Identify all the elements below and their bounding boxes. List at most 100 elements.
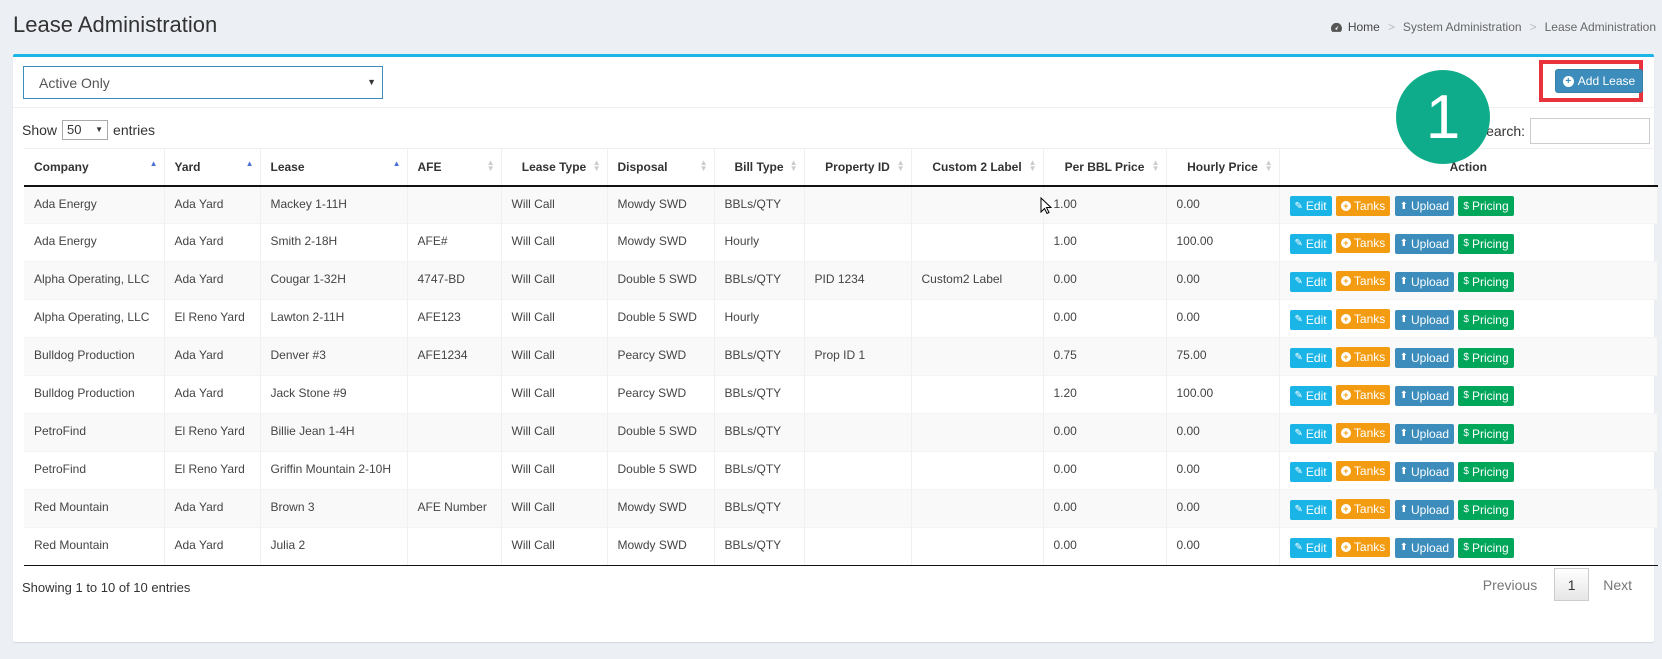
- tanks-button[interactable]: + Tanks: [1335, 423, 1391, 443]
- tanks-button[interactable]: + Tanks: [1335, 385, 1391, 405]
- cell-actions: ✎ Edit + Tanks ⬆ Upload $ Pricing: [1279, 527, 1658, 566]
- cell-afe: 4747-BD: [407, 261, 502, 300]
- cell-yard: Ada Yard: [164, 527, 261, 566]
- upload-button[interactable]: ⬆ Upload: [1394, 271, 1455, 292]
- upload-button[interactable]: ⬆ Upload: [1394, 233, 1455, 254]
- upload-button[interactable]: ⬆ Upload: [1394, 537, 1455, 558]
- cell-per-bbl-price: 0.75: [1043, 337, 1167, 376]
- column-header-disposal[interactable]: Disposal ▲ ▼: [607, 148, 715, 187]
- cell-bill-type: BBLs/QTY: [714, 451, 805, 490]
- column-header-custom-2-label[interactable]: Custom 2 Label ▲ ▼: [911, 148, 1044, 187]
- pricing-button[interactable]: $ Pricing: [1458, 233, 1514, 254]
- upload-button[interactable]: ⬆ Upload: [1394, 347, 1455, 368]
- cell-property-id: Prop ID 1: [804, 337, 912, 376]
- column-header-property-id[interactable]: Property ID ▲ ▼: [804, 148, 912, 187]
- upload-button[interactable]: ⬆ Upload: [1394, 499, 1455, 520]
- cell-company: Bulldog Production: [24, 337, 165, 376]
- upload-button[interactable]: ⬆ Upload: [1394, 385, 1455, 406]
- pricing-button[interactable]: $ Pricing: [1458, 271, 1514, 292]
- cell-property-id: [804, 527, 912, 566]
- cell-disposal: Mowdy SWD: [607, 489, 715, 528]
- pricing-button-label: Pricing: [1471, 199, 1509, 213]
- cell-bill-type: BBLs/QTY: [714, 413, 805, 452]
- table-row: PetroFind El Reno Yard Griffin Mountain 2-…: [24, 451, 1658, 490]
- tanks-button[interactable]: + Tanks: [1335, 233, 1391, 253]
- plus-circle-icon: +: [1340, 466, 1351, 476]
- edit-button-label: Edit: [1305, 426, 1327, 441]
- edit-button[interactable]: ✎ Edit: [1289, 196, 1332, 216]
- cell-hourly-price: 100.00: [1166, 375, 1280, 414]
- pricing-button-label: Pricing: [1471, 236, 1509, 251]
- edit-button[interactable]: ✎ Edit: [1289, 309, 1332, 330]
- add-lease-button[interactable]: + Add Lease: [1555, 69, 1643, 93]
- cell-yard: El Reno Yard: [164, 299, 261, 338]
- edit-button[interactable]: ✎ Edit: [1289, 499, 1332, 520]
- cell-company: Alpha Operating, LLC: [24, 299, 165, 338]
- next-page-button[interactable]: Next: [1589, 569, 1646, 601]
- cell-lease: Lawton 2-11H: [260, 299, 408, 338]
- tanks-button[interactable]: + Tanks: [1335, 499, 1391, 519]
- edit-button[interactable]: ✎ Edit: [1289, 385, 1332, 406]
- dollar-icon: $: [1463, 466, 1469, 477]
- edit-button[interactable]: ✎ Edit: [1289, 347, 1332, 368]
- upload-icon: ⬆: [1399, 504, 1409, 515]
- edit-button-label: Edit: [1305, 199, 1327, 213]
- column-header-bill-type[interactable]: Bill Type ▲ ▼: [714, 148, 805, 187]
- edit-button[interactable]: ✎ Edit: [1289, 233, 1332, 254]
- column-header-lease[interactable]: Lease ▲: [260, 148, 408, 187]
- pricing-button[interactable]: $ Pricing: [1458, 347, 1514, 368]
- column-header-yard[interactable]: Yard ▲: [164, 148, 261, 187]
- cell-bill-type: BBLs/QTY: [714, 375, 805, 414]
- status-filter-select[interactable]: Active Only ▼: [23, 66, 383, 99]
- pricing-button[interactable]: $ Pricing: [1458, 309, 1514, 330]
- pricing-button[interactable]: $ Pricing: [1458, 537, 1514, 558]
- page-button-1[interactable]: 1: [1554, 568, 1590, 601]
- breadcrumb-lease-administration: Lease Administration: [1544, 20, 1656, 34]
- edit-button[interactable]: ✎ Edit: [1289, 423, 1332, 444]
- tanks-button[interactable]: + Tanks: [1335, 195, 1391, 216]
- tanks-button[interactable]: + Tanks: [1335, 271, 1391, 291]
- tanks-button[interactable]: + Tanks: [1335, 461, 1391, 481]
- previous-page-button[interactable]: Previous: [1466, 569, 1554, 601]
- cell-lease-type: Will Call: [501, 223, 608, 262]
- step-callout-badge: 1: [1396, 70, 1490, 164]
- cell-per-bbl-price: 0.00: [1043, 489, 1167, 528]
- pricing-button[interactable]: $ Pricing: [1458, 499, 1514, 520]
- upload-button[interactable]: ⬆ Upload: [1394, 196, 1455, 216]
- cell-lease-type: Will Call: [501, 413, 608, 452]
- plus-circle-icon: +: [1340, 314, 1351, 324]
- breadcrumb-home[interactable]: Home: [1330, 20, 1380, 34]
- tanks-button[interactable]: + Tanks: [1335, 537, 1391, 557]
- tanks-button[interactable]: + Tanks: [1335, 347, 1391, 367]
- column-header-hourly-price[interactable]: Hourly Price ▲ ▼: [1166, 148, 1280, 187]
- edit-button[interactable]: ✎ Edit: [1289, 461, 1332, 482]
- edit-button[interactable]: ✎ Edit: [1289, 537, 1332, 558]
- cell-property-id: [804, 375, 912, 414]
- cell-lease-type: Will Call: [501, 261, 608, 300]
- cell-afe: [407, 451, 502, 490]
- column-header-lease-type[interactable]: Lease Type ▲ ▼: [501, 148, 608, 187]
- page-length-select[interactable]: 50 ▼: [62, 120, 109, 140]
- pricing-button[interactable]: $ Pricing: [1458, 196, 1514, 216]
- pricing-button[interactable]: $ Pricing: [1458, 461, 1514, 482]
- upload-button[interactable]: ⬆ Upload: [1394, 423, 1455, 444]
- pricing-button[interactable]: $ Pricing: [1458, 385, 1514, 406]
- pricing-button[interactable]: $ Pricing: [1458, 423, 1514, 444]
- cell-yard: Ada Yard: [164, 261, 261, 300]
- cell-lease-type: Will Call: [501, 451, 608, 490]
- cell-actions: ✎ Edit + Tanks ⬆ Upload $ Pricing: [1279, 489, 1658, 528]
- entries-label: entries: [113, 122, 156, 138]
- upload-button[interactable]: ⬆ Upload: [1394, 309, 1455, 330]
- edit-button[interactable]: ✎ Edit: [1289, 271, 1332, 292]
- column-header-per-bbl-price[interactable]: Per BBL Price ▲ ▼: [1043, 148, 1167, 187]
- column-header-company[interactable]: Company ▲: [24, 148, 165, 187]
- breadcrumb-system-administration[interactable]: System Administration: [1403, 20, 1522, 34]
- upload-button[interactable]: ⬆ Upload: [1394, 461, 1455, 482]
- tanks-button[interactable]: + Tanks: [1335, 309, 1391, 329]
- tanks-button-label: Tanks: [1353, 274, 1386, 288]
- dollar-icon: $: [1463, 238, 1469, 249]
- cell-lease-type: Will Call: [501, 185, 608, 224]
- column-header-afe[interactable]: AFE ▲ ▼: [407, 148, 502, 187]
- upload-button-label: Upload: [1411, 236, 1450, 251]
- search-input[interactable]: [1530, 118, 1650, 144]
